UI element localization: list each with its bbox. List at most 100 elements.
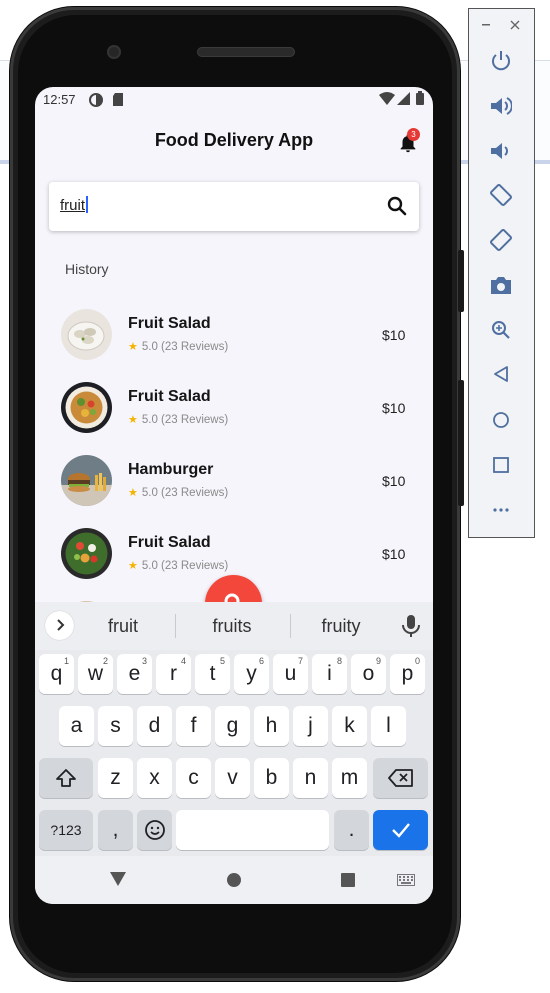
key-b[interactable]: b (254, 758, 289, 798)
chevron-right-icon (56, 619, 64, 631)
key-k[interactable]: k (332, 706, 367, 746)
battery-icon (416, 91, 424, 105)
item-price: $10 (382, 473, 406, 489)
key-t[interactable]: t5 (195, 654, 230, 694)
key-i-alt: 8 (336, 656, 342, 666)
history-heading: History (65, 261, 109, 277)
key-o-label: o (362, 662, 375, 685)
period-key[interactable]: . (334, 810, 369, 850)
key-y-alt: 6 (258, 656, 264, 666)
phone-power-button (458, 250, 464, 312)
suggestion-3[interactable]: fruity (286, 616, 396, 637)
key-x[interactable]: x (137, 758, 172, 798)
power-icon[interactable] (490, 50, 512, 72)
food-image-burger-fries (61, 455, 112, 506)
comma-key[interactable]: , (98, 810, 133, 850)
microphone-icon[interactable] (400, 614, 422, 638)
key-r-alt: 4 (180, 656, 186, 666)
item-rating-text: 5.0 (23 Reviews) (141, 560, 229, 572)
more-icon[interactable] (493, 508, 509, 512)
home-icon[interactable] (492, 411, 510, 429)
emoji-key[interactable] (137, 810, 172, 850)
volume-up-icon[interactable] (490, 96, 512, 116)
item-name: Hamburger (128, 461, 214, 478)
key-u[interactable]: u7 (273, 654, 308, 694)
star-icon: ★ (128, 560, 138, 572)
key-q-alt: 1 (63, 656, 69, 666)
key-e-alt: 3 (141, 656, 147, 666)
key-w[interactable]: w2 (78, 654, 113, 694)
suggestion-2[interactable]: fruits (177, 616, 287, 637)
rotate-right-icon[interactable] (489, 228, 513, 252)
front-camera (107, 45, 121, 59)
food-image-salad-bowl (61, 528, 112, 579)
key-e[interactable]: e3 (117, 654, 152, 694)
key-p-alt: 0 (414, 656, 420, 666)
item-name: Fruit Salad (128, 315, 211, 332)
key-y[interactable]: y6 (234, 654, 269, 694)
key-h[interactable]: h (254, 706, 289, 746)
shift-key[interactable] (39, 758, 93, 798)
item-rating: ★ 5.0 (23 Reviews) (128, 559, 228, 572)
item-name: Fruit Salad (128, 534, 211, 551)
space-key[interactable] (176, 810, 329, 850)
volume-down-icon[interactable] (490, 141, 512, 161)
nav-back-icon[interactable] (109, 871, 127, 887)
backspace-key[interactable] (373, 758, 428, 798)
key-q[interactable]: q1 (39, 654, 74, 694)
status-bar: 12:57 (35, 87, 433, 111)
device-screen: 12:57 Food Delivery App 3 fruit History (35, 87, 433, 904)
backspace-icon (387, 769, 413, 787)
key-r[interactable]: r4 (156, 654, 191, 694)
close-icon[interactable] (510, 20, 520, 30)
key-d[interactable]: d (137, 706, 172, 746)
food-image-dumpling-bowl (61, 309, 112, 360)
key-v[interactable]: v (215, 758, 250, 798)
minimize-icon[interactable] (482, 24, 492, 26)
key-i[interactable]: i8 (312, 654, 347, 694)
key-r-label: r (170, 662, 177, 685)
key-w-alt: 2 (102, 656, 108, 666)
search-icon[interactable] (385, 194, 409, 218)
rotate-left-icon[interactable] (489, 183, 513, 207)
nav-home-icon[interactable] (226, 872, 242, 888)
key-w-label: w (87, 662, 104, 685)
list-item[interactable]: Fruit Salad ★ 5.0 (23 Reviews) $10 (35, 300, 433, 370)
key-f[interactable]: f (176, 706, 211, 746)
key-j[interactable]: j (293, 706, 328, 746)
key-c[interactable]: c (176, 758, 211, 798)
suggestion-1[interactable]: fruit (68, 616, 178, 637)
key-z[interactable]: z (98, 758, 133, 798)
enter-key[interactable] (373, 810, 428, 850)
play-protect-icon (89, 93, 103, 107)
search-field[interactable]: fruit (49, 182, 419, 231)
key-s[interactable]: s (98, 706, 133, 746)
key-a[interactable]: a (59, 706, 94, 746)
key-l[interactable]: l (371, 706, 406, 746)
item-price: $10 (382, 327, 406, 343)
key-q-label: q (50, 662, 63, 685)
symbols-key[interactable]: ?123 (39, 810, 93, 850)
key-p[interactable]: p0 (390, 654, 425, 694)
keyboard-switch-icon[interactable] (397, 874, 415, 886)
notification-badge: 3 (407, 128, 420, 141)
list-item[interactable]: Fruit Salad ★ 5.0 (23 Reviews) $10 (35, 373, 433, 443)
star-icon: ★ (128, 414, 138, 426)
list-item[interactable]: Hamburger ★ 5.0 (23 Reviews) $10 (35, 446, 433, 516)
camera-icon[interactable] (490, 275, 512, 295)
key-n[interactable]: n (293, 758, 328, 798)
search-input[interactable]: fruit (60, 196, 88, 214)
overview-icon[interactable] (493, 457, 509, 473)
zoom-icon[interactable] (491, 320, 511, 340)
key-o[interactable]: o9 (351, 654, 386, 694)
key-m[interactable]: m (332, 758, 367, 798)
key-g[interactable]: g (215, 706, 250, 746)
nav-overview-icon[interactable] (340, 872, 356, 888)
phone-volume-rocker (458, 380, 464, 506)
text-cursor (86, 196, 88, 213)
key-y-label: y (246, 662, 257, 685)
back-icon[interactable] (493, 365, 509, 383)
key-t-alt: 5 (219, 656, 225, 666)
soft-keyboard: fruit fruits fruity q1 w2 e3 r4 t5 y6 u7… (35, 602, 433, 856)
item-price: $10 (382, 400, 406, 416)
